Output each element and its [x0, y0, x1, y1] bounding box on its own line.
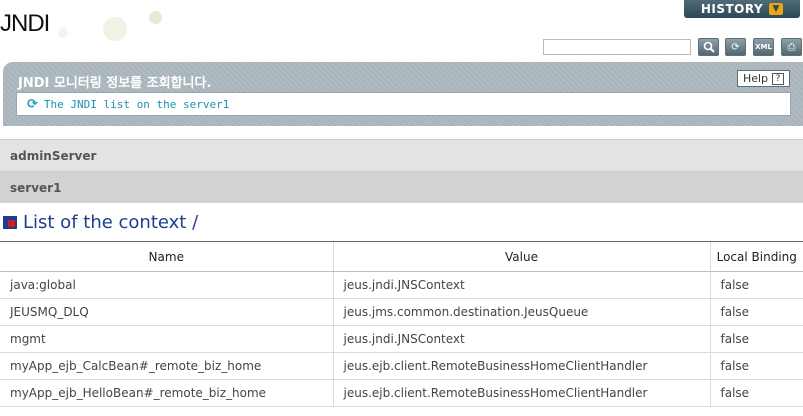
- cell-binding: false: [709, 352, 803, 380]
- refresh-button[interactable]: ⟳: [725, 38, 746, 56]
- history-label: HISTORY: [700, 2, 764, 16]
- column-header-value[interactable]: Value: [332, 241, 710, 272]
- cell-value: jeus.ejb.client.RemoteBusinessHomeClient…: [332, 379, 710, 407]
- export-button[interactable]: ⎙: [781, 38, 802, 56]
- table-header-row: Name Value Local Binding: [0, 241, 803, 272]
- cell-name[interactable]: myApp_ejb_CalcBean#_remote_biz_home: [0, 352, 333, 380]
- decor-bubble-large: [103, 17, 127, 41]
- table-row[interactable]: mgmt jeus.jndi.JNSContext false: [0, 325, 803, 353]
- cell-name[interactable]: java:global: [0, 271, 333, 299]
- history-button[interactable]: HISTORY ▼: [684, 0, 800, 18]
- cell-name[interactable]: myApp_ejb_HelloBean#_remote_biz_home: [0, 379, 333, 407]
- decor-bubble-medium: [149, 11, 162, 24]
- help-icon: ?: [772, 72, 785, 85]
- cell-binding: false: [709, 298, 803, 326]
- server-item-server1[interactable]: server1: [0, 171, 803, 203]
- cell-binding: false: [709, 271, 803, 299]
- search-icon: [703, 41, 715, 53]
- column-header-name[interactable]: Name: [0, 241, 333, 272]
- cell-name[interactable]: JEUSMQ_DLQ: [0, 298, 333, 326]
- help-label: Help: [742, 72, 769, 85]
- server-item-adminserver[interactable]: adminServer: [0, 139, 803, 171]
- refresh-icon: ⟳: [27, 96, 38, 112]
- decor-bubble-small: [58, 28, 68, 38]
- info-message-box: ⟳ The JNDI list on the server1: [16, 92, 791, 116]
- table-row[interactable]: myApp_ejb_CalcBean#_remote_biz_home jeus…: [0, 352, 803, 380]
- column-header-local-binding[interactable]: Local Binding: [709, 241, 803, 272]
- xml-icon: XML: [755, 43, 772, 51]
- xml-button[interactable]: XML: [753, 38, 774, 56]
- export-icon: ⎙: [787, 41, 796, 53]
- cell-binding: false: [709, 379, 803, 407]
- refresh-icon: ⟳: [731, 41, 740, 53]
- info-title: JNDI 모니터링 정보를 조회합니다.: [18, 76, 212, 91]
- cell-name[interactable]: mgmt: [0, 325, 333, 353]
- table-row[interactable]: myApp_ejb_HelloBean#_remote_biz_home jeu…: [0, 379, 803, 407]
- context-list-icon: [3, 216, 17, 229]
- search-input[interactable]: [543, 39, 691, 55]
- cell-value: jeus.jms.common.destination.JeusQueue: [332, 298, 710, 326]
- table-row[interactable]: java:global jeus.jndi.JNSContext false: [0, 271, 803, 299]
- cell-value: jeus.ejb.client.RemoteBusinessHomeClient…: [332, 352, 710, 380]
- cell-binding: false: [709, 325, 803, 353]
- page-title: JNDI: [0, 10, 50, 37]
- search-button[interactable]: [698, 38, 719, 56]
- section-title: List of the context /: [23, 212, 199, 233]
- cell-value: jeus.jndi.JNSContext: [332, 325, 710, 353]
- section-header: List of the context /: [3, 212, 198, 233]
- info-panel: JNDI 모니터링 정보를 조회합니다. Help ? ⟳ The JNDI l…: [3, 62, 803, 126]
- cell-value: jeus.jndi.JNSContext: [332, 271, 710, 299]
- table-row[interactable]: JEUSMQ_DLQ jeus.jms.common.destination.J…: [0, 298, 803, 326]
- info-message: The JNDI list on the server1: [43, 97, 230, 111]
- context-table: Name Value Local Binding java:global jeu…: [0, 241, 803, 407]
- help-button[interactable]: Help ?: [737, 70, 790, 87]
- chevron-down-icon: ▼: [769, 3, 784, 15]
